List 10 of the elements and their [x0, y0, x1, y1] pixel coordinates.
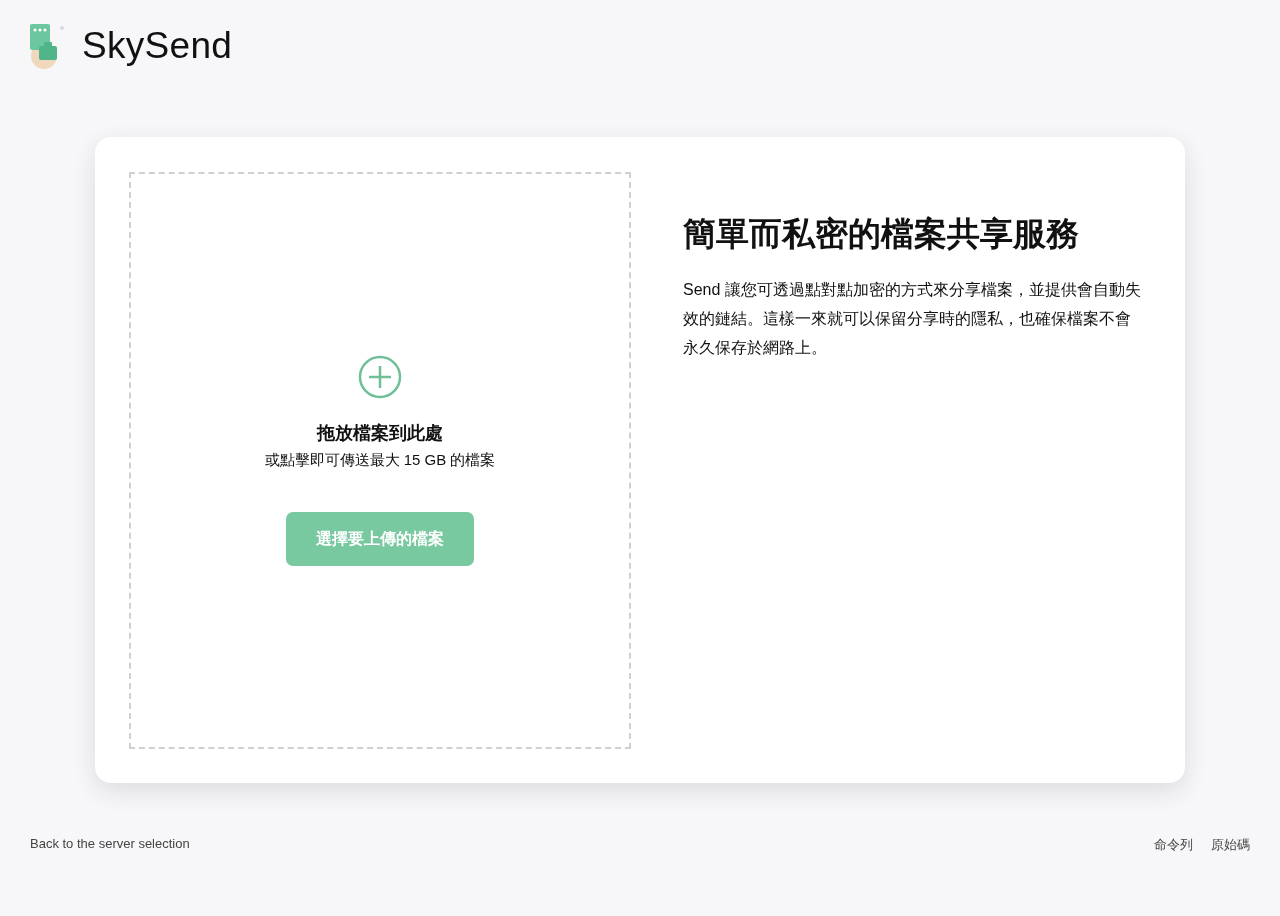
intro-text: Send 讓您可透過點對點加密的方式來分享檔案，並提供會自動失效的鏈結。這樣一來就可以保留分享時的隱私，也確保檔案不會永久保存於網路上。 — [683, 280, 1142, 358]
footer-link[interactable]: 命令列 — [1154, 836, 1193, 854]
drop-subtitle: 或點擊即可傳送最大 15 GB 的檔案 — [264, 451, 496, 470]
drop-title: 拖放檔案到此處 — [317, 422, 443, 445]
drop-zone[interactable]: 拖放檔案到此處 或點擊即可傳送最大 15 GB 的檔案 選擇要上傳的檔案 — [129, 172, 631, 749]
intro-heading: 簡單而私密的檔案共享服務 — [683, 214, 1080, 254]
plus-circle-icon — [358, 355, 402, 399]
footer-link[interactable]: 原始碼 — [1211, 836, 1250, 854]
brand-name: SkySend — [82, 25, 233, 67]
back-link[interactable]: Back to the server selection — [30, 836, 190, 851]
